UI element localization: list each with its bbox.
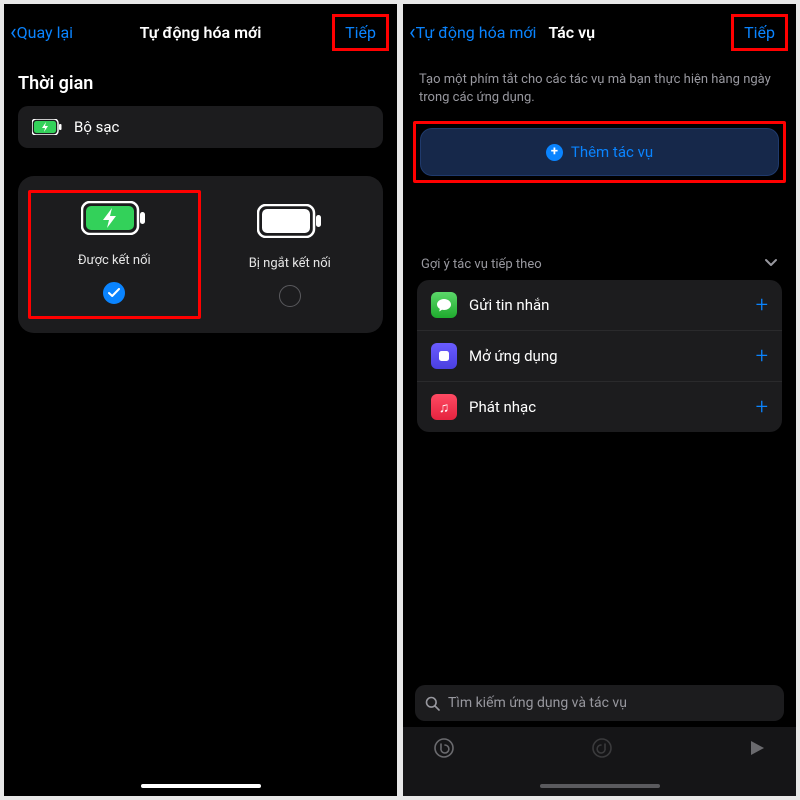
back-label: Quay lại <box>17 23 73 42</box>
music-app-icon: ♫ <box>431 394 457 420</box>
option-disconnected-label: Bị ngắt kết nối <box>249 256 331 271</box>
search-placeholder: Tìm kiếm ứng dụng và tác vụ <box>448 695 627 711</box>
search-icon <box>425 696 440 711</box>
battery-charging-icon <box>32 119 62 135</box>
suggestion-open-app[interactable]: Mở ứng dụng + <box>417 331 782 382</box>
keyboard-accessory <box>403 727 796 780</box>
suggestion-label: Phát nhạc <box>469 398 744 416</box>
suggestion-label: Mở ứng dụng <box>469 347 744 365</box>
add-action-label: Thêm tác vụ <box>571 143 653 161</box>
option-connected-label: Được kết nối <box>78 253 151 268</box>
charger-options-card: Được kết nối Bị ngắt kết nối <box>18 176 383 333</box>
screen-automation-actions: ‹ Tự động hóa mới Tác vụ Tiếp Tạo một ph… <box>403 4 796 796</box>
back-label: Tự động hóa mới <box>416 23 537 42</box>
radio-unchecked-icon <box>279 285 301 307</box>
suggestions-header-label: Gợi ý tác vụ tiếp theo <box>421 257 542 272</box>
search-field[interactable]: Tìm kiếm ứng dụng và tác vụ <box>415 685 784 721</box>
add-action-highlight: + Thêm tác vụ <box>413 121 786 183</box>
plus-icon: + <box>756 395 768 420</box>
option-connected[interactable]: Được kết nối <box>28 190 201 319</box>
plus-circle-icon: + <box>546 144 563 161</box>
trigger-row-label: Bộ sạc <box>74 118 119 136</box>
messages-app-icon <box>431 292 457 318</box>
radio-checked-icon <box>103 282 125 304</box>
battery-connected-icon <box>81 197 147 239</box>
suggestion-label: Gửi tin nhắn <box>469 296 744 314</box>
description-text: Tạo một phím tắt cho các tác vụ mà bạn t… <box>419 71 780 107</box>
content-area: Thời gian Bộ sạc <box>4 61 397 780</box>
search-bar-container: Tìm kiếm ứng dụng và tác vụ <box>403 675 796 727</box>
trigger-row-charger[interactable]: Bộ sạc <box>18 106 383 148</box>
home-indicator[interactable] <box>540 784 660 788</box>
screen-automation-trigger: ‹ Quay lại Tự động hóa mới Tiếp Thời gia… <box>4 4 397 796</box>
plus-icon: + <box>756 293 768 318</box>
option-disconnected[interactable]: Bị ngắt kết nối <box>209 194 372 311</box>
add-action-button[interactable]: + Thêm tác vụ <box>420 128 779 176</box>
nav-bar: ‹ Tự động hóa mới Tác vụ Tiếp <box>403 4 796 61</box>
nav-bar: ‹ Quay lại Tự động hóa mới Tiếp <box>4 4 397 61</box>
back-button[interactable]: ‹ Tự động hóa mới <box>409 23 536 42</box>
home-indicator[interactable] <box>141 784 261 788</box>
section-title: Thời gian <box>18 73 383 94</box>
plus-icon: + <box>756 344 768 369</box>
suggestion-play-music[interactable]: ♫ Phát nhạc + <box>417 382 782 432</box>
play-icon[interactable] <box>748 739 766 762</box>
undo-icon[interactable] <box>433 737 455 764</box>
page-title: Tác vụ <box>548 23 731 42</box>
content-area: Tạo một phím tắt cho các tác vụ mà bạn t… <box>403 61 796 675</box>
chevron-down-icon <box>764 257 778 272</box>
next-button[interactable]: Tiếp <box>332 14 389 51</box>
back-button[interactable]: ‹ Quay lại <box>10 23 73 42</box>
open-app-icon <box>431 343 457 369</box>
suggestion-send-message[interactable]: Gửi tin nhắn + <box>417 280 782 331</box>
redo-icon[interactable] <box>591 737 613 764</box>
battery-disconnected-icon <box>257 200 323 242</box>
suggestions-header[interactable]: Gợi ý tác vụ tiếp theo <box>417 251 782 280</box>
suggestions-list: Gửi tin nhắn + Mở ứng dụng + ♫ Phát nhạc… <box>417 280 782 432</box>
next-button[interactable]: Tiếp <box>731 14 788 51</box>
